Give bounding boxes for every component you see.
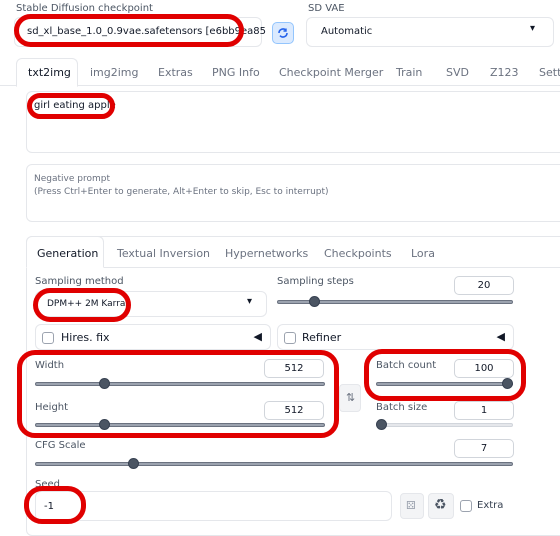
- hires-fix-checkbox[interactable]: [42, 332, 54, 344]
- tab-png-info[interactable]: PNG Info: [212, 66, 260, 79]
- chevron-down-icon: ▾: [529, 23, 535, 34]
- refiner-label: Refiner: [302, 331, 342, 344]
- sdvae-label: SD VAE: [308, 3, 345, 14]
- hires-fix-label: Hires. fix: [61, 331, 110, 344]
- tab-hypernetworks[interactable]: Hypernetworks: [225, 247, 308, 260]
- tab-checkpoints[interactable]: Checkpoints: [324, 247, 392, 260]
- tab-train[interactable]: Train: [396, 66, 422, 79]
- collapse-arrow-icon: ◀: [496, 330, 505, 343]
- tab-z123[interactable]: Z123: [490, 66, 519, 79]
- dice-icon: ⚄: [406, 499, 416, 512]
- refiner-checkbox[interactable]: [284, 332, 296, 344]
- chevron-down-icon: ▾: [246, 296, 252, 307]
- sampling-steps-input[interactable]: 20: [454, 276, 514, 295]
- slider-thumb[interactable]: [308, 296, 320, 307]
- negative-prompt-textarea[interactable]: Negative prompt (Press Ctrl+Enter to gen…: [26, 164, 560, 222]
- collapse-arrow-icon: ◀: [253, 330, 262, 343]
- highlight-seed: [24, 486, 86, 524]
- batch-size-label: Batch size: [376, 402, 428, 413]
- tab-checkpoint-merger[interactable]: Checkpoint Merger: [279, 66, 383, 79]
- sampling-method-label: Sampling method: [35, 276, 124, 287]
- slider-thumb[interactable]: [128, 458, 140, 469]
- tab-lora[interactable]: Lora: [411, 247, 435, 260]
- highlight-checkpoint: [14, 14, 244, 47]
- negative-prompt-label: Negative prompt: [34, 174, 110, 184]
- slider-thumb[interactable]: [376, 419, 387, 430]
- batch-size-slider[interactable]: [376, 418, 513, 432]
- recycle-icon: ♻: [434, 497, 447, 513]
- tab-txt2img[interactable]: txt2img: [28, 66, 71, 79]
- highlight-sampling-method: [33, 288, 131, 322]
- hires-fix-accordion[interactable]: Hires. fix ◀: [35, 324, 271, 350]
- cfg-scale-slider[interactable]: [35, 457, 513, 471]
- cfg-scale-label: CFG Scale: [35, 440, 86, 451]
- refresh-icon: [278, 28, 288, 38]
- highlight-prompt: [27, 93, 115, 119]
- random-seed-button[interactable]: ⚄: [400, 493, 424, 519]
- swap-dimensions-button[interactable]: ⇅: [339, 384, 361, 412]
- tab-settings[interactable]: Setti: [539, 66, 560, 79]
- tab-generation[interactable]: Generation: [37, 247, 98, 260]
- sdvae-value: Automatic: [321, 26, 373, 37]
- tab-svd[interactable]: SVD: [446, 66, 469, 79]
- seed-input[interactable]: -1: [35, 491, 392, 521]
- extra-checkbox[interactable]: [460, 500, 472, 512]
- negative-prompt-placeholder: (Press Ctrl+Enter to generate, Alt+Enter…: [34, 187, 329, 197]
- tab-img2img[interactable]: img2img: [90, 66, 139, 79]
- swap-icon: ⇅: [346, 391, 356, 404]
- sdvae-select[interactable]: Automatic ▾: [306, 17, 554, 47]
- tab-extras[interactable]: Extras: [158, 66, 193, 79]
- checkpoint-label: Stable Diffusion checkpoint: [16, 3, 153, 14]
- refiner-accordion[interactable]: Refiner ◀: [277, 324, 514, 350]
- cfg-scale-input[interactable]: 7: [454, 439, 514, 458]
- tab-textual-inversion[interactable]: Textual Inversion: [117, 247, 210, 260]
- sampling-steps-label: Sampling steps: [277, 276, 354, 287]
- highlight-width-height: [17, 350, 339, 438]
- highlight-batch-count: [364, 349, 526, 401]
- sampling-steps-slider[interactable]: [277, 295, 513, 309]
- refresh-checkpoint-button[interactable]: [272, 22, 294, 44]
- subtabs-divider: [26, 267, 560, 268]
- reuse-seed-button[interactable]: ♻: [428, 493, 454, 519]
- extra-label: Extra: [477, 500, 504, 511]
